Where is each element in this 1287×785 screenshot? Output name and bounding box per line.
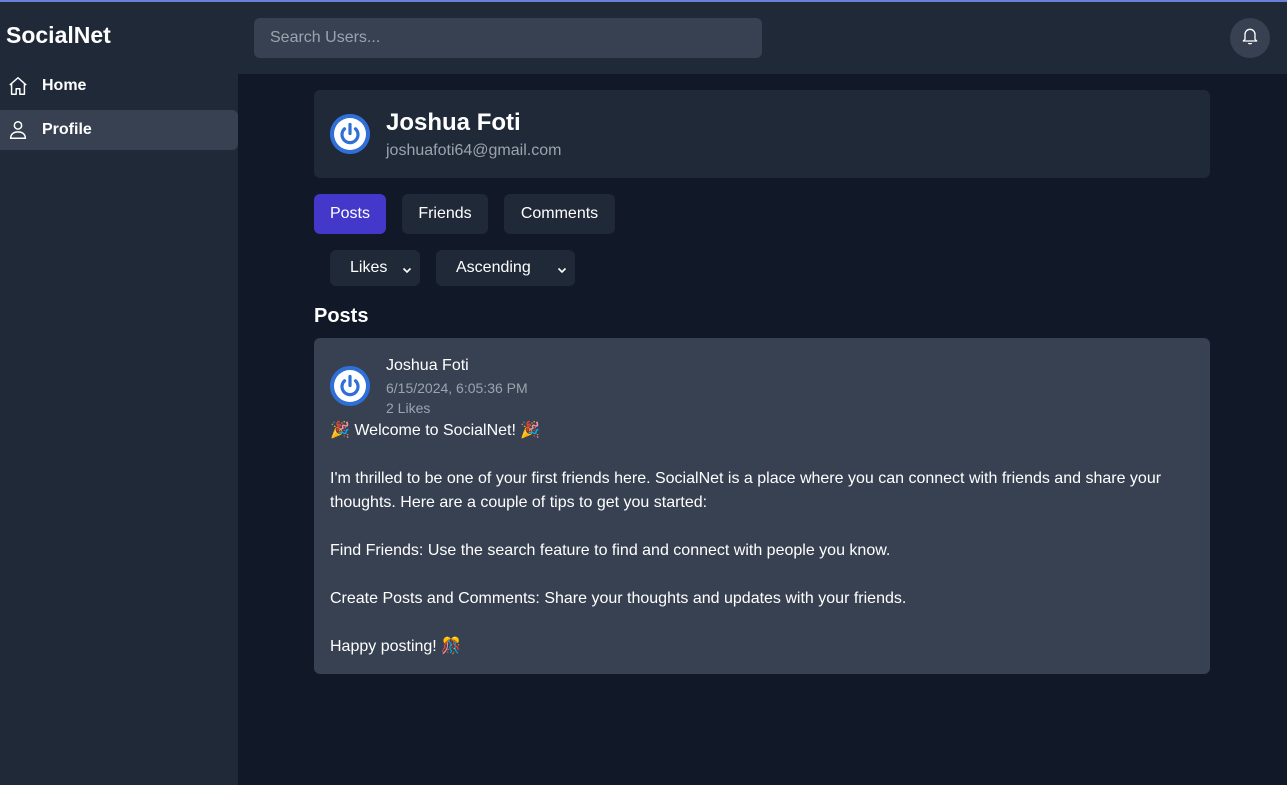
notifications-button[interactable] — [1230, 18, 1270, 58]
sort-order-select[interactable]: Ascending — [436, 250, 575, 286]
post-line: Find Friends: Use the search feature to … — [330, 542, 891, 559]
sidebar-item-home[interactable]: Home — [0, 66, 238, 106]
post-line: I'm thrilled to be one of your first fri… — [330, 470, 1162, 511]
avatar — [330, 366, 370, 406]
sidebar-item-label: Profile — [42, 121, 92, 138]
tab-comments[interactable]: Comments — [504, 194, 615, 234]
bell-icon — [1240, 26, 1260, 51]
post-body: 🎉 Welcome to SocialNet! 🎉 I'm thrilled t… — [330, 419, 1194, 659]
top-bar — [238, 2, 1287, 74]
post-timestamp: 6/15/2024, 6:05:36 PM — [386, 380, 528, 396]
post-line: Happy posting! 🎊 — [330, 638, 462, 655]
chevron-down-icon — [557, 262, 567, 280]
post-line — [330, 515, 1194, 539]
search-input[interactable] — [254, 18, 762, 58]
section-title: Posts — [314, 305, 369, 327]
profile-name: Joshua Foti — [386, 109, 521, 136]
avatar — [330, 114, 370, 154]
user-icon — [6, 118, 30, 142]
post-card: Joshua Foti 6/15/2024, 6:05:36 PM 2 Like… — [314, 338, 1210, 674]
power-icon — [330, 366, 370, 406]
power-icon — [330, 114, 370, 154]
post-line — [330, 611, 1194, 635]
chevron-down-icon — [402, 262, 412, 280]
profile-card: Joshua Foti joshuafoti64@gmail.com — [314, 90, 1210, 178]
post-line — [330, 443, 1194, 467]
sort-field-value: Likes — [350, 259, 388, 276]
post-author[interactable]: Joshua Foti — [386, 357, 469, 375]
tab-friends[interactable]: Friends — [402, 194, 488, 234]
post-line: 🎉 Welcome to SocialNet! 🎉 — [330, 422, 541, 439]
sort-field-select[interactable]: Likes — [330, 250, 420, 286]
post-line — [330, 563, 1194, 587]
sidebar-item-profile[interactable]: Profile — [0, 110, 238, 150]
sidebar: SocialNet Home Profile — [0, 2, 238, 785]
sidebar-item-label: Home — [42, 77, 87, 94]
tab-posts[interactable]: Posts — [314, 194, 386, 234]
home-icon — [6, 74, 30, 98]
app-logo[interactable]: SocialNet — [6, 22, 111, 49]
sort-order-value: Ascending — [456, 259, 531, 276]
post-line: Create Posts and Comments: Share your th… — [330, 590, 907, 607]
post-like-count: 2 Likes — [386, 400, 431, 416]
profile-email: joshuafoti64@gmail.com — [386, 142, 562, 159]
